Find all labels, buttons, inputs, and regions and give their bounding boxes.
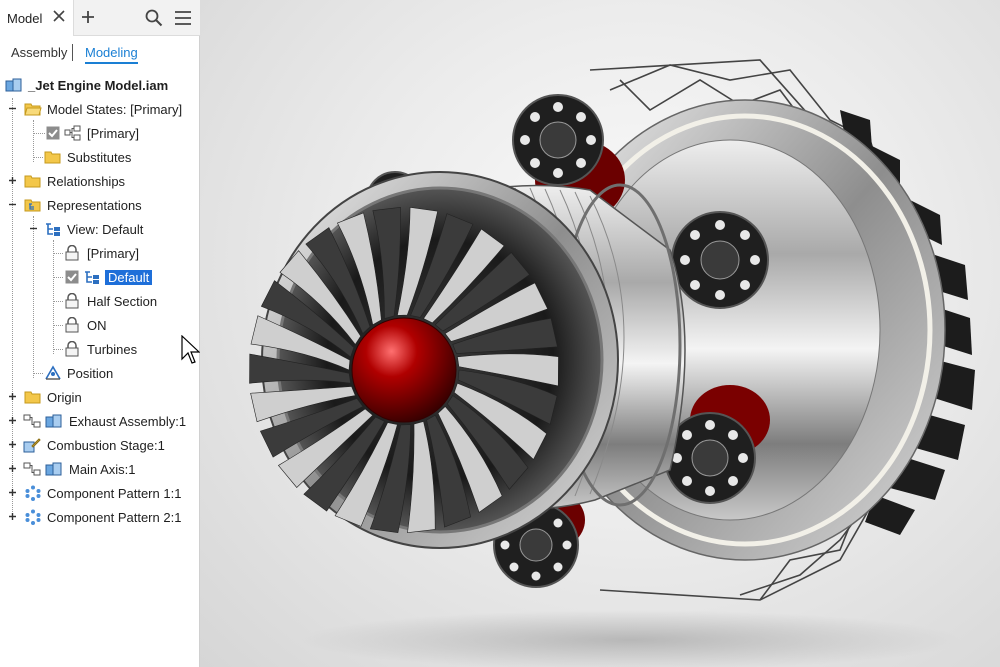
tree-item-on[interactable]: ON	[0, 314, 200, 336]
browser-tab-bar: Model	[0, 0, 200, 36]
close-icon[interactable]	[52, 9, 66, 23]
tree-label: Representations	[47, 198, 142, 213]
lock-icon	[65, 317, 79, 333]
tree-label-selected: Default	[105, 270, 153, 285]
tree-item-combustion-stage[interactable]: Combustion Stage:1	[0, 434, 200, 456]
expand-icon[interactable]	[8, 512, 17, 521]
folder-icon	[44, 151, 61, 164]
mode-separator	[72, 44, 73, 61]
constraint-icon	[23, 462, 41, 476]
collapse-icon[interactable]	[8, 200, 17, 209]
tree-label: Combustion Stage:1	[47, 438, 165, 453]
expand-icon[interactable]	[8, 416, 17, 425]
constraint-icon	[23, 414, 41, 428]
tree-item-half-section[interactable]: Half Section	[0, 290, 200, 312]
tree-item-main-axis[interactable]: Main Axis:1	[0, 458, 200, 480]
tree-label: Turbines	[87, 342, 138, 357]
tree-label: View: Default	[67, 222, 144, 237]
cursor-icon	[181, 335, 201, 364]
tree-item-model-states[interactable]: Model States: [Primary]	[0, 98, 200, 120]
checkbox-icon[interactable]	[46, 126, 60, 140]
expand-icon[interactable]	[8, 488, 17, 497]
tree-label: Model States: [Primary]	[47, 102, 183, 117]
tree-label: Component Pattern 2:1	[47, 510, 182, 525]
plus-icon[interactable]	[80, 9, 96, 25]
tree-label: [Primary]	[87, 246, 139, 261]
collapse-icon[interactable]	[29, 224, 38, 233]
tree-label: Main Axis:1	[69, 462, 136, 477]
tree-label: Relationships	[47, 174, 126, 189]
lock-icon	[65, 293, 79, 309]
search-icon[interactable]	[145, 9, 163, 27]
model-state-icon	[64, 125, 81, 141]
pattern-icon	[25, 509, 41, 525]
tree-item-turbines[interactable]: Turbines	[0, 338, 200, 360]
tree-item-origin[interactable]: Origin	[0, 386, 200, 408]
tree-item-root[interactable]: _Jet Engine Model.iam	[0, 74, 200, 96]
tree-label: Substitutes	[67, 150, 132, 165]
jet-engine-model	[249, 59, 975, 667]
lock-icon	[65, 341, 79, 357]
tree-item-model-state-primary[interactable]: [Primary]	[0, 122, 200, 144]
tree-label: ON	[87, 318, 107, 333]
tree-item-component-pattern-2[interactable]: Component Pattern 2:1	[0, 506, 200, 528]
tree-item-substitutes[interactable]: Substitutes	[0, 146, 200, 168]
tree-item-view-default-active[interactable]: Default	[0, 266, 200, 288]
tree-label: Half Section	[87, 294, 158, 309]
tab-model-label: Model	[7, 11, 43, 26]
assembly-icon	[5, 78, 22, 92]
folder-open-icon	[24, 103, 42, 116]
expand-icon[interactable]	[8, 440, 17, 449]
nose-cone	[351, 317, 457, 423]
folder-icon	[24, 175, 41, 188]
assembly-icon	[45, 462, 62, 476]
assembly-icon	[45, 414, 62, 428]
position-icon	[45, 365, 61, 380]
tree-item-view-default[interactable]: View: Default	[0, 218, 200, 240]
model-tree: _Jet Engine Model.iam Model States: [Pri…	[0, 68, 200, 588]
collapse-icon[interactable]	[8, 104, 17, 113]
tab-model[interactable]: Model	[0, 0, 74, 36]
lock-icon	[65, 245, 79, 261]
tree-label: [Primary]	[87, 126, 139, 141]
view-rep-icon	[46, 223, 60, 236]
folder-icon	[24, 391, 41, 404]
mode-modeling-tab[interactable]: Modeling	[85, 45, 138, 64]
checkbox-icon[interactable]	[65, 270, 79, 284]
tree-label: Position	[67, 366, 114, 381]
tree-root-label: _Jet Engine Model.iam	[28, 78, 169, 93]
part-edit-icon	[23, 438, 41, 453]
expand-icon[interactable]	[8, 392, 17, 401]
model-browser-panel: Model Assembly Modeling _Jet Engine Mode…	[0, 0, 201, 667]
expand-icon[interactable]	[8, 176, 17, 185]
expand-icon[interactable]	[8, 464, 17, 473]
representations-folder-icon	[24, 199, 41, 212]
tree-item-exhaust-assembly[interactable]: Exhaust Assembly:1	[0, 410, 200, 432]
tree-label: Origin	[47, 390, 82, 405]
tree-item-representations[interactable]: Representations	[0, 194, 200, 216]
graphics-viewport[interactable]	[200, 0, 1000, 667]
view-rep-icon	[85, 271, 99, 284]
mode-assembly-tab[interactable]: Assembly	[11, 45, 67, 60]
pattern-icon	[25, 485, 41, 501]
tree-label: Exhaust Assembly:1	[69, 414, 187, 429]
tree-item-relationships[interactable]: Relationships	[0, 170, 200, 192]
hamburger-menu-icon[interactable]	[174, 10, 192, 26]
tree-item-view-primary[interactable]: [Primary]	[0, 242, 200, 264]
tree-label: Component Pattern 1:1	[47, 486, 182, 501]
mode-switch: Assembly Modeling	[0, 36, 200, 68]
tree-item-position[interactable]: Position	[0, 362, 200, 384]
tree-item-component-pattern-1[interactable]: Component Pattern 1:1	[0, 482, 200, 504]
